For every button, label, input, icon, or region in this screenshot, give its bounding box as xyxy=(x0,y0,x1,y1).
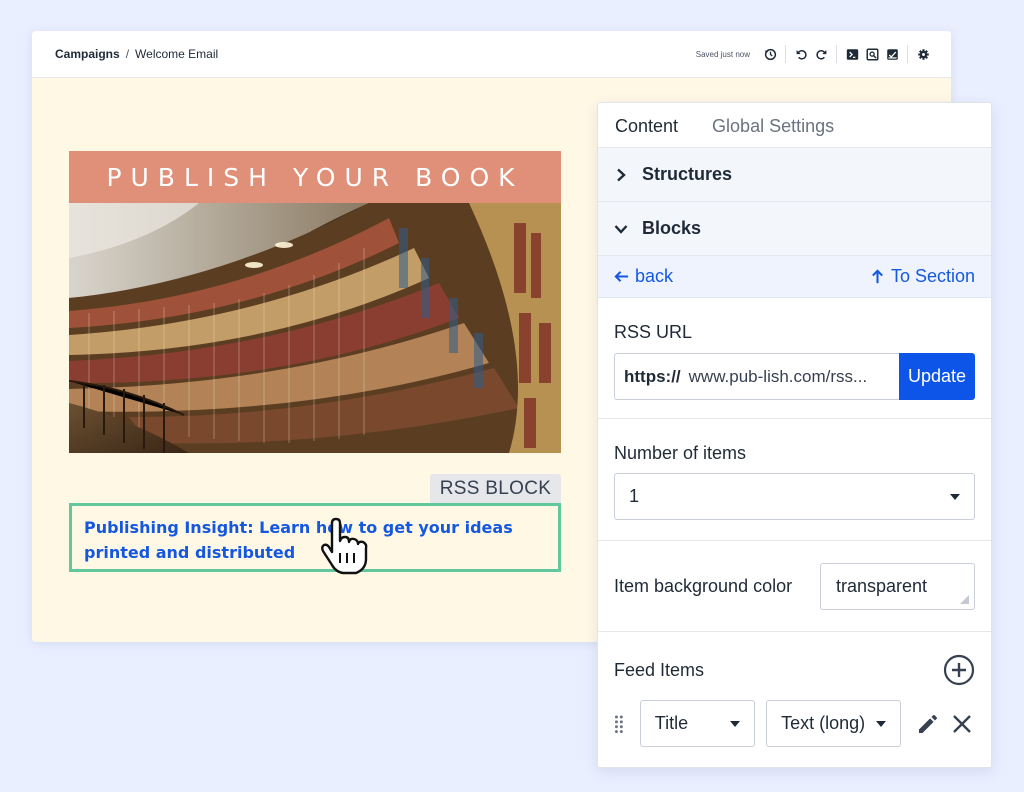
item-bg-color-value: transparent xyxy=(836,575,928,596)
feed-items-label: Feed Items xyxy=(614,659,705,680)
toolbar-divider xyxy=(836,45,837,63)
preview-icon[interactable] xyxy=(862,44,882,64)
saved-status: Saved just now xyxy=(695,49,750,59)
hero-image[interactable] xyxy=(69,203,561,453)
update-button[interactable]: Update xyxy=(899,353,975,400)
back-label: back xyxy=(635,266,674,286)
back-link[interactable]: back xyxy=(614,266,673,287)
number-of-items-section: Number of items 1 xyxy=(598,419,991,541)
number-of-items-select[interactable]: 1 xyxy=(614,473,975,520)
item-bg-color-label: Item background color xyxy=(614,575,793,596)
feed-field-select[interactable]: Title xyxy=(639,700,756,747)
email-header-banner[interactable]: PUBLISH YOUR BOOK xyxy=(69,151,561,203)
blocks-accordion[interactable]: Blocks xyxy=(598,202,991,256)
rss-url-label: RSS URL xyxy=(614,322,693,342)
rss-block[interactable]: Publishing Insight: Learn how to get you… xyxy=(69,503,561,572)
feed-format-value: Text (long) xyxy=(781,713,866,733)
code-icon[interactable] xyxy=(842,44,862,64)
rss-url-section: RSS URL https:// www.pub-lish.com/rss...… xyxy=(598,298,991,419)
number-of-items-label: Number of items xyxy=(614,443,747,463)
chevron-right-icon xyxy=(617,168,626,181)
close-icon[interactable] xyxy=(949,711,974,737)
panel-tabs: Content Global Settings xyxy=(598,103,991,148)
breadcrumb-current: Welcome Email xyxy=(135,47,219,61)
rss-url-input[interactable]: https:// www.pub-lish.com/rss... xyxy=(614,353,899,400)
breadcrumb-separator: / xyxy=(125,47,130,61)
number-of-items-value: 1 xyxy=(629,486,640,506)
feed-items-section: Feed Items Title Text (long) xyxy=(598,632,991,747)
url-protocol: https:// xyxy=(624,366,681,386)
rss-url-row: https:// www.pub-lish.com/rss... Update xyxy=(614,353,975,400)
caret-down-icon xyxy=(730,720,741,727)
arrow-up-icon xyxy=(872,269,883,284)
settings-panel: Content Global Settings Structures Block… xyxy=(597,102,992,768)
caret-down-icon xyxy=(950,493,960,500)
toolbar-divider xyxy=(785,45,786,63)
toolbar-divider xyxy=(907,45,908,63)
settings-gear-icon[interactable] xyxy=(913,44,933,64)
item-bg-color-section: Item background color transparent xyxy=(598,541,991,632)
feed-format-select[interactable]: Text (long) xyxy=(766,700,901,747)
redo-icon[interactable] xyxy=(811,44,831,64)
feed-item-row: Title Text (long) xyxy=(614,700,975,747)
test-send-icon[interactable] xyxy=(882,44,902,64)
tab-global-settings[interactable]: Global Settings xyxy=(695,116,851,147)
blocks-label: Blocks xyxy=(642,218,702,238)
chevron-down-icon xyxy=(614,224,628,234)
item-bg-color-input[interactable]: transparent xyxy=(820,562,975,610)
structures-accordion[interactable]: Structures xyxy=(598,148,991,202)
to-section-link[interactable]: To Section xyxy=(870,266,975,287)
drag-handle-icon[interactable] xyxy=(614,714,624,734)
arrow-left-icon xyxy=(614,271,629,282)
resize-corner-icon xyxy=(960,594,969,604)
caret-down-icon xyxy=(876,720,886,727)
feed-field-value: Title xyxy=(654,713,689,733)
rss-block-tag: RSS BLOCK xyxy=(430,474,561,503)
editor-topbar: Campaigns / Welcome Email Saved just now xyxy=(32,31,951,78)
url-value: www.pub-lish.com/rss... xyxy=(688,366,868,386)
block-nav-row: back To Section xyxy=(598,256,991,298)
undo-icon[interactable] xyxy=(791,44,811,64)
structures-label: Structures xyxy=(642,164,733,184)
topbar-actions: Saved just now xyxy=(696,44,933,64)
to-section-label: To Section xyxy=(890,266,975,286)
hand-pointer-cursor-icon xyxy=(321,517,368,575)
edit-pencil-icon[interactable] xyxy=(915,711,940,737)
add-feed-item-icon[interactable] xyxy=(943,654,975,686)
history-icon[interactable] xyxy=(760,44,780,64)
breadcrumb-campaigns[interactable]: Campaigns xyxy=(55,47,120,61)
rss-item-title-link[interactable]: Publishing Insight: Learn how to get you… xyxy=(84,518,513,562)
tab-content[interactable]: Content xyxy=(598,116,695,147)
